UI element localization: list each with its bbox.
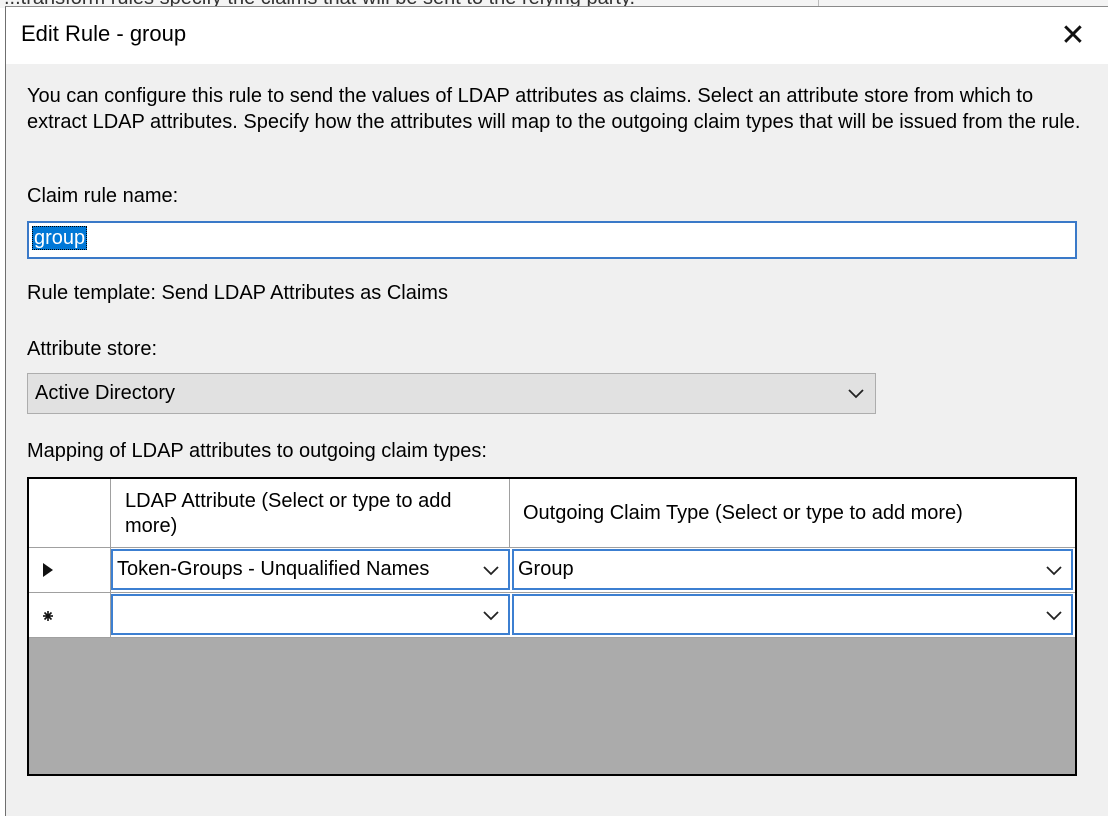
grid-new-row[interactable] bbox=[29, 593, 1075, 638]
attribute-store-label: Attribute store: bbox=[27, 338, 158, 360]
grid-header: LDAP Attribute (Select or type to add mo… bbox=[29, 479, 1075, 548]
chevron-down-icon bbox=[1046, 566, 1062, 576]
attribute-store-dropdown[interactable]: Active Directory bbox=[27, 373, 876, 414]
close-icon: ✕ bbox=[1060, 19, 1086, 52]
column-header-ldap-attribute[interactable]: LDAP Attribute (Select or type to add mo… bbox=[125, 489, 455, 539]
close-button[interactable]: ✕ bbox=[1038, 7, 1108, 64]
rule-template-text: Rule template: Send LDAP Attributes as C… bbox=[27, 282, 448, 304]
ldap-attribute-dropdown[interactable] bbox=[111, 594, 510, 635]
chevron-down-icon bbox=[1046, 611, 1062, 621]
ldap-attribute-dropdown[interactable]: Token-Groups - Unqualified Names bbox=[111, 549, 510, 590]
outgoing-claim-type-dropdown[interactable]: Group bbox=[512, 549, 1073, 590]
column-header-outgoing-claim-type[interactable]: Outgoing Claim Type (Select or type to a… bbox=[523, 501, 1063, 526]
ldap-attribute-value: Token-Groups - Unqualified Names bbox=[117, 558, 430, 580]
mapping-label: Mapping of LDAP attributes to outgoing c… bbox=[27, 440, 487, 462]
chevron-down-icon bbox=[848, 389, 864, 399]
row-header[interactable] bbox=[29, 593, 111, 637]
claim-rule-name-input[interactable]: group bbox=[27, 221, 1077, 259]
attribute-store-value: Active Directory bbox=[35, 382, 176, 404]
grid-row[interactable]: Token-Groups - Unqualified Names Group bbox=[29, 548, 1075, 593]
outgoing-claim-type-value: Group bbox=[518, 558, 574, 580]
new-row-icon bbox=[43, 611, 53, 621]
outgoing-claim-type-dropdown[interactable] bbox=[512, 594, 1073, 635]
claim-rule-name-label: Claim rule name: bbox=[27, 185, 179, 207]
chevron-down-icon bbox=[483, 611, 499, 621]
dialog-title: Edit Rule - group bbox=[21, 21, 187, 46]
row-header[interactable] bbox=[29, 548, 111, 592]
claim-rule-name-value: group bbox=[32, 226, 88, 250]
chevron-down-icon bbox=[483, 566, 499, 576]
mapping-grid: LDAP Attribute (Select or type to add mo… bbox=[27, 477, 1077, 776]
header-separator bbox=[509, 479, 510, 547]
header-separator bbox=[110, 479, 111, 547]
title-bar: Edit Rule - group ✕ bbox=[6, 7, 1108, 64]
rule-description: You can configure this rule to send the … bbox=[27, 85, 1081, 133]
edit-rule-dialog: Edit Rule - group ✕ You can configure th… bbox=[5, 6, 1108, 816]
row-arrow-icon bbox=[43, 563, 53, 577]
